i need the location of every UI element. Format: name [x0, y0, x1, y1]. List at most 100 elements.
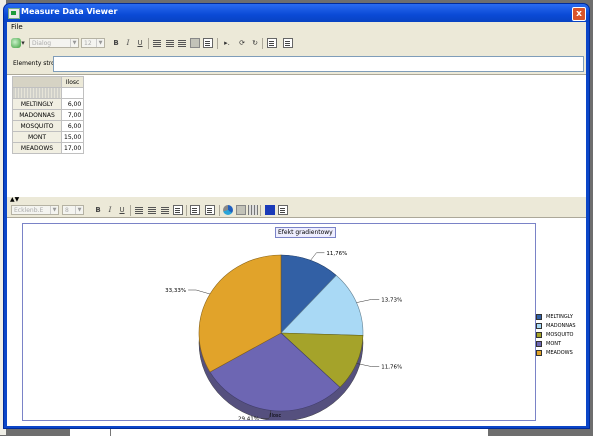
separator	[262, 38, 263, 49]
underline-button[interactable]: U	[118, 205, 126, 215]
chevron-down-icon: ▼	[70, 39, 78, 47]
chevron-down-icon: ▼	[96, 39, 104, 47]
separator	[217, 38, 218, 49]
table-corner	[12, 76, 62, 88]
font-combo[interactable]: Dialog ▼	[29, 38, 79, 48]
bold-button[interactable]: B	[112, 38, 120, 48]
align-right-icon[interactable]	[161, 207, 169, 214]
row-label: MELTINGLY	[12, 98, 62, 110]
pie-chart: 11,76% 13,73% 11,76% 29,41% 33,33%	[165, 251, 402, 420]
print-icon[interactable]	[283, 38, 293, 48]
chevron-down-icon: ▼	[50, 206, 58, 214]
menu-file[interactable]: File	[11, 23, 23, 31]
separator	[148, 38, 149, 49]
table-row[interactable]: MADONNAS 7,00	[12, 109, 85, 121]
chart-pane: Efekt gradientowy 11,76% 13,73% 11,76% 29,4…	[7, 217, 586, 426]
chart-frame-icon[interactable]	[236, 205, 246, 215]
column-header-ilosc[interactable]: Ilosc	[60, 76, 85, 88]
row-value: 6,00	[60, 120, 85, 132]
header-separator	[12, 87, 62, 99]
copy-format-icon[interactable]: ⟳	[237, 38, 247, 48]
header-separator-cell	[60, 87, 85, 99]
measure-data-viewer-window: Measure Data Viewer x File ▾ Dialog ▼ 12 ▼…	[4, 4, 589, 428]
legend-item[interactable]: MADONNAS	[536, 322, 576, 331]
table-row[interactable]: MONT 15,00	[12, 131, 85, 143]
font-size-value: 12	[84, 40, 92, 47]
row-value: 17,00	[60, 142, 85, 154]
refresh-icon[interactable]: ↻	[250, 38, 260, 48]
legend-item[interactable]: MOSQUITO	[536, 331, 576, 340]
table-row[interactable]: MELTINGLY 6,00	[12, 98, 85, 110]
row-value: 6,00	[60, 98, 85, 110]
window-client: File ▾ Dialog ▼ 12 ▼ B I U ▸. ⟳ ↻ Elemen…	[7, 22, 586, 426]
underline-button[interactable]: U	[136, 38, 144, 48]
legend-label: MOSQUITO	[546, 332, 574, 338]
pie-leader-line	[310, 252, 325, 261]
grid-icon[interactable]	[248, 205, 258, 215]
row-label: MOSQUITO	[12, 120, 62, 132]
chart-legend: MELTINGLY MADONNAS MOSQUITO MONT MEADOWS	[536, 313, 576, 358]
legend-label: MADONNAS	[546, 323, 576, 329]
window-title: Measure Data Viewer	[21, 7, 118, 16]
legend-swatch	[536, 350, 542, 356]
data-table-pane: Ilosc MELTINGLY 6,00 MADONNAS 7,00 MOSQU…	[7, 74, 586, 198]
pie-slice-label: 33,33%	[165, 288, 186, 294]
export-icon[interactable]	[190, 205, 200, 215]
legend-swatch	[536, 323, 542, 329]
legend-swatch	[536, 314, 542, 320]
separator	[186, 205, 187, 216]
chart-type-icon[interactable]	[223, 205, 233, 215]
pie-leader-line	[188, 289, 211, 295]
italic-button[interactable]: I	[124, 38, 132, 48]
color-icon[interactable]	[265, 205, 275, 215]
legend-item[interactable]: MEADOWS	[536, 349, 576, 358]
app-icon	[8, 8, 20, 19]
align-center-icon[interactable]	[148, 207, 156, 214]
font-value: Dialog	[32, 40, 52, 47]
italic-button[interactable]: I	[106, 205, 114, 215]
indent-icon[interactable]	[203, 38, 213, 48]
close-button[interactable]: x	[572, 7, 586, 21]
page-elements-field[interactable]	[53, 56, 584, 72]
legend-item[interactable]: MONT	[536, 340, 576, 349]
table-row[interactable]: MOSQUITO 6,00	[12, 120, 85, 132]
align-left-icon[interactable]	[153, 40, 161, 47]
indent-icon[interactable]	[173, 205, 183, 215]
separator	[130, 205, 131, 216]
pie-slice-label: 13,73%	[381, 297, 402, 303]
legend-item[interactable]: MELTINGLY	[536, 313, 576, 322]
font-size-value: 8	[65, 207, 69, 214]
separator	[260, 205, 261, 216]
chart-x-label: Ilosc	[270, 413, 282, 419]
legend-swatch	[536, 332, 542, 338]
data-table: Ilosc MELTINGLY 6,00 MADONNAS 7,00 MOSQU…	[12, 76, 85, 154]
wrap-text-icon[interactable]	[190, 38, 200, 48]
row-value: 15,00	[60, 131, 85, 143]
align-left-icon[interactable]	[135, 207, 143, 214]
legend-label: MONT	[546, 341, 562, 347]
table-row[interactable]: MEADOWS 17,00	[12, 142, 85, 154]
print-icon[interactable]	[205, 205, 215, 215]
row-label: MONT	[12, 131, 62, 143]
legend-swatch	[536, 341, 542, 347]
row-value: 7,00	[60, 109, 85, 121]
format-toolbar-top: ▾ Dialog ▼ 12 ▼ B I U ▸. ⟳ ↻	[7, 35, 586, 52]
legend-label: MEADOWS	[546, 350, 573, 356]
row-label: MADONNAS	[12, 109, 62, 121]
dropdown-icon[interactable]: ▾	[20, 38, 26, 48]
page-elements-row: Elementy strony	[7, 55, 586, 73]
pie-slice-label: 11,76%	[381, 365, 402, 371]
font-combo-bottom[interactable]: Ecklenb.E ▼	[11, 205, 59, 215]
export-icon[interactable]	[267, 38, 277, 48]
bold-button[interactable]: B	[94, 205, 102, 215]
font-size-combo[interactable]: 12 ▼	[81, 38, 105, 48]
chevron-down-icon: ▼	[75, 206, 83, 214]
align-center-icon[interactable]	[166, 40, 174, 47]
title-bar[interactable]: Measure Data Viewer x	[4, 4, 589, 22]
copy-icon[interactable]	[278, 205, 288, 215]
font-size-combo-bottom[interactable]: 8 ▼	[62, 205, 84, 215]
menu-bar: File	[7, 22, 586, 33]
align-right-icon[interactable]	[178, 40, 186, 47]
more-icon[interactable]: ▸.	[222, 38, 232, 48]
chart-frame: Efekt gradientowy 11,76% 13,73% 11,76% 29,4…	[22, 223, 536, 421]
